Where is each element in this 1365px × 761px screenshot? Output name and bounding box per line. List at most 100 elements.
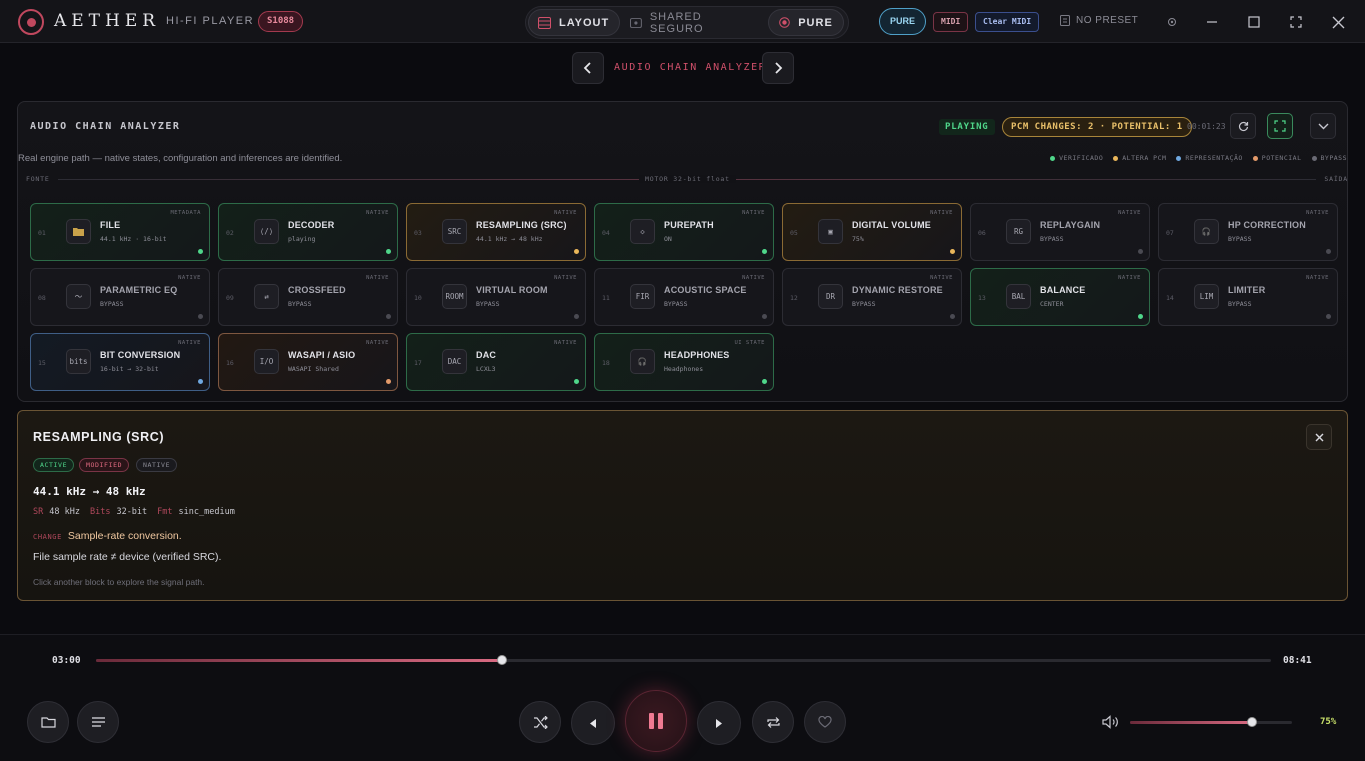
block-tag: NATIVE [554,210,577,216]
layout-tab[interactable]: LAYOUT [528,9,620,36]
panel-title: AUDIO CHAIN ANALYZER [30,121,181,132]
legend-label: REPRESENTAÇÃO [1185,154,1243,162]
block-status: 44.1 kHz · 16-bit [100,235,167,243]
block-name: RESAMPLING (SRC) [476,220,567,230]
volume-block-icon: ▣ [818,219,843,244]
panel-description: Real engine path — native states, config… [18,153,343,164]
limiter-icon: LIM [1194,284,1219,309]
next-view-button[interactable] [762,52,794,84]
shared-seguro-label: SHARED SEGURO [649,10,704,35]
close-detail-button[interactable] [1306,424,1332,450]
volume-handle[interactable] [1246,717,1257,727]
fullscreen-button[interactable] [1287,13,1305,31]
seek-bar[interactable] [96,655,1271,665]
pause-button[interactable] [625,690,687,752]
block-status: 44.1 kHz → 48 kHz [476,235,543,243]
block-status: WASAPI Shared [288,365,339,373]
block-name: ACOUSTIC SPACE [664,285,747,295]
status-dot-icon [1326,314,1331,319]
chain-block-dac[interactable]: 17 DAC DAC LCXL3 NATIVE [406,333,586,391]
block-status: BYPASS [100,300,124,308]
legend-item: BYPASS [1311,154,1347,162]
diamond-icon: ◇ [630,219,655,244]
block-number: 04 [602,229,610,237]
open-folder-button[interactable] [27,701,69,743]
chain-block-replaygain[interactable]: 06 RG REPLAYGAIN BYPASS NATIVE [970,203,1150,261]
legend-dot-icon [1050,155,1056,161]
chain-block-parametric-eq[interactable]: 08 〜 PARAMETRIC EQ BYPASS NATIVE [30,268,210,326]
src-icon: SRC [442,219,467,244]
minimize-button[interactable] [1203,13,1221,31]
pure-tab[interactable]: PURE [768,9,844,36]
block-name: PARAMETRIC EQ [100,285,178,295]
shuffle-button[interactable] [519,701,561,743]
preset-selector[interactable]: NO PRESET [1060,15,1138,26]
close-window-button[interactable] [1329,13,1347,31]
favorite-button[interactable] [804,701,846,743]
block-tag: NATIVE [178,340,201,346]
expand-panel-button[interactable] [1267,113,1293,139]
pause-icon [649,713,663,729]
status-dot-icon [574,379,579,384]
legend-label: VERIFICADO [1059,154,1104,162]
chain-block-digital-volume[interactable]: 05 ▣ DIGITAL VOLUME 75% NATIVE [782,203,962,261]
block-number: 10 [414,294,422,302]
chain-block-decoder[interactable]: 02 ⟨/⟩ DECODER playing NATIVE [218,203,398,261]
block-number: 02 [226,229,234,237]
chain-block-crossfeed[interactable]: 09 ⇄ CROSSFEED BYPASS NATIVE [218,268,398,326]
chain-block-dynamic-restore[interactable]: 12 DR DYNAMIC RESTORE BYPASS NATIVE [782,268,962,326]
repeat-button[interactable] [752,701,794,743]
modified-chip: MODIFIED [79,458,130,472]
legend-item: VERIFICADO [1050,154,1103,162]
next-icon [716,718,722,728]
chain-block-bit-conversion[interactable]: 15 bits BIT CONVERSION 16-bit → 32-bit NATIV… [30,333,210,391]
chain-block-balance[interactable]: 13 BAL BALANCE CENTER NATIVE [970,268,1150,326]
block-tag: NATIVE [178,275,201,281]
volume-icon[interactable] [1102,715,1119,729]
prev-view-button[interactable] [572,52,604,84]
chain-block-resampling-src[interactable]: 03 SRC RESAMPLING (SRC) 44.1 kHz → 48 kHz NA… [406,203,586,261]
chain-block-purepath[interactable]: 04 ◇ PUREPATH ON NATIVE [594,203,774,261]
folder-icon [66,219,91,244]
chain-block-acoustic-space[interactable]: 11 FIR ACOUSTIC SPACE BYPASS NATIVE [594,268,774,326]
block-number: 03 [414,229,422,237]
chain-block-headphones[interactable]: 18 🎧 HEADPHONES Headphones UI STATE [594,333,774,391]
volume-slider[interactable] [1130,717,1292,727]
block-tag: NATIVE [1118,275,1141,281]
shared-seguro-tab[interactable]: SHARED SEGURO [620,9,768,36]
status-dot-icon [762,314,767,319]
maximize-button[interactable] [1245,13,1263,31]
block-tag: UI STATE [734,340,765,346]
block-tag: NATIVE [366,340,389,346]
previous-icon [590,718,596,728]
change-line: CHANGE Sample-rate conversion. [33,530,182,542]
block-name: VIRTUAL ROOM [476,285,548,295]
block-number: 09 [226,294,234,302]
change-key: CHANGE [33,533,62,541]
midi-button[interactable]: MIDI [933,12,969,32]
chain-block-hp-correction[interactable]: 07 🎧 HP CORRECTION BYPASS NATIVE [1158,203,1338,261]
refresh-button[interactable] [1230,113,1256,139]
legend-dot-icon [1113,155,1119,161]
collapse-panel-button[interactable] [1310,113,1336,139]
status-dot-icon [950,314,955,319]
param-key: SR [33,507,44,517]
chain-block-limiter[interactable]: 14 LIM LIMITER BYPASS NATIVE [1158,268,1338,326]
chain-block-wasapi-asio[interactable]: 16 I/O WASAPI / ASIO WASAPI Shared NATIVE [218,333,398,391]
chain-block-virtual-room[interactable]: 10 ROOM VIRTUAL ROOM BYPASS NATIVE [406,268,586,326]
status-dot-icon [386,379,391,384]
chain-block-file[interactable]: 01 FILE 44.1 kHz · 16-bit METADATA [30,203,210,261]
menu-icon [91,717,105,727]
clear-midi-button[interactable]: Clear MIDI [975,12,1040,32]
playlist-button[interactable] [77,701,119,743]
previous-track-button[interactable] [571,701,615,745]
seek-handle[interactable] [496,655,507,665]
status-dot-icon [762,379,767,384]
param-key: Fmt [157,507,173,517]
pure-mode-pill[interactable]: PURE [879,8,927,35]
analyzer-time: 00:01:23 [1187,122,1226,131]
settings-small-icon[interactable] [1163,13,1181,31]
next-track-button[interactable] [697,701,741,745]
playing-status-badge: PLAYING [939,119,995,135]
block-number: 01 [38,229,46,237]
